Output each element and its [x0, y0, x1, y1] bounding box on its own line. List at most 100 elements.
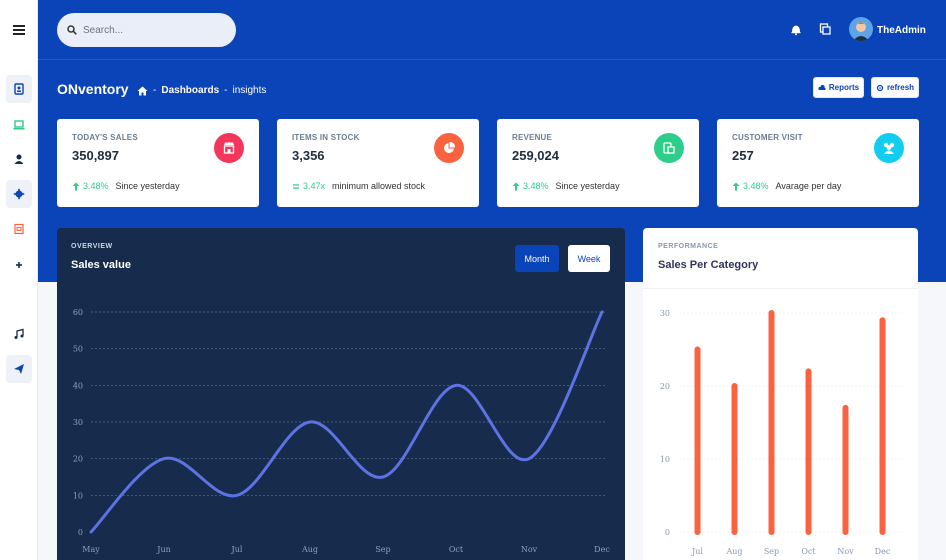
plus-icon	[16, 262, 22, 268]
category-bar-chart: 0 10 20 30 Jul Aug Sep Oct Nov Dec	[660, 309, 901, 556]
stat-label: REVENUE	[512, 133, 553, 142]
x-tick-label: Oct	[449, 545, 464, 554]
sidebar-item-clipboard[interactable]	[6, 75, 32, 103]
search-box[interactable]	[57, 13, 236, 47]
music-icon	[14, 328, 24, 339]
x-tick-label: Nov	[521, 545, 538, 554]
stat-change: 3.48%	[83, 181, 109, 191]
sidebar-item-laptop[interactable]	[6, 111, 32, 139]
y-tick-label: 0	[665, 528, 670, 537]
arrow-up-icon	[732, 182, 740, 190]
y-tick-label: 0	[78, 528, 83, 537]
avatar[interactable]	[849, 17, 873, 41]
user-icon	[14, 154, 24, 164]
x-tick-label: Dec	[594, 545, 610, 554]
dashboard: TheAdmin ONventory - Dashboards - insigh…	[0, 0, 946, 560]
stat-change: 3.48%	[523, 181, 549, 191]
bell-icon[interactable]	[789, 22, 803, 36]
stat-value: 259,024	[512, 148, 559, 163]
y-tick-label: 60	[73, 308, 83, 317]
avatar-image	[853, 22, 869, 41]
x-tick-label: May	[82, 545, 100, 554]
gears-icon	[876, 84, 884, 91]
sort-icon	[293, 183, 299, 189]
store-icon	[214, 133, 244, 163]
sidebar-item-user[interactable]	[6, 145, 32, 173]
stat-footer: 3.48% Since yesterday	[72, 181, 180, 191]
username[interactable]: TheAdmin	[877, 25, 926, 36]
stat-note: Avarage per day	[775, 181, 842, 191]
arrow-up-icon	[512, 182, 520, 190]
y-tick-label: 40	[73, 381, 83, 390]
page-title: ONventory	[57, 81, 129, 97]
money-icon	[654, 133, 684, 163]
copy-icon[interactable]	[818, 22, 832, 36]
stat-footer: 3.48% Since yesterday	[512, 181, 620, 191]
menu-toggle-icon[interactable]	[13, 25, 25, 35]
reports-button[interactable]: Reports	[813, 77, 864, 98]
sidebar	[0, 0, 38, 560]
x-tick-label: Jul	[231, 545, 243, 554]
pie-icon	[434, 133, 464, 163]
x-tick-label: Jul	[691, 547, 703, 556]
y-tick-label: 10	[660, 455, 670, 464]
users-icon	[874, 133, 904, 163]
x-tick-label: Sep	[764, 547, 779, 556]
laptop-icon	[13, 120, 25, 130]
stat-label: TODAY'S SALES	[72, 133, 138, 142]
cloud-upload-icon	[818, 84, 826, 90]
sidebar-item-add[interactable]	[6, 251, 32, 279]
breadcrumb-item-insights: insights	[232, 85, 267, 96]
refresh-label: refresh	[886, 83, 915, 92]
y-tick-label: 50	[73, 345, 83, 354]
stat-label: CUSTOMER VISIT	[732, 133, 803, 142]
x-tick-label: Sep	[375, 545, 390, 554]
stat-value: 3,356	[292, 148, 325, 163]
stat-label: ITEMS IN STOCK	[292, 133, 360, 142]
stat-footer: 3.48% Avarage per day	[732, 181, 841, 191]
home-icon[interactable]	[137, 86, 148, 96]
search-icon	[67, 25, 77, 35]
stat-change: 3.47x	[303, 181, 326, 191]
sidebar-item-settings[interactable]	[6, 180, 32, 208]
x-tick-label: Oct	[801, 547, 816, 556]
x-tick-label: Aug	[725, 547, 742, 556]
sidebar-item-document[interactable]	[6, 215, 32, 243]
x-tick-label: Dec	[875, 547, 891, 556]
y-tick-label: 30	[660, 309, 670, 318]
x-tick-label: Jun	[156, 545, 171, 554]
y-tick-label: 30	[73, 418, 83, 427]
sidebar-item-music[interactable]	[6, 320, 32, 348]
topbar-divider	[38, 59, 946, 60]
stat-card-stock: ITEMS IN STOCK 3,356 3.47x minimum allow…	[277, 119, 479, 207]
stat-value: 257	[732, 148, 754, 163]
x-tick-label: Nov	[837, 547, 854, 556]
sales-per-category-card: PERFORMANCE Sales Per Category 0 10 20 30 Ju…	[643, 228, 918, 560]
stat-card-visits: CUSTOMER VISIT 257 3.48% Avarage per day	[717, 119, 919, 207]
search-input[interactable]	[83, 24, 223, 36]
y-tick-label: 10	[73, 491, 83, 500]
reports-label: Reports	[828, 83, 860, 92]
document-icon	[14, 223, 24, 235]
y-tick-label: 20	[660, 382, 670, 391]
sales-line-chart: 0 10 20 30 40 50 60 May Jun Jul Aug Sep Oct Nov Dec	[73, 308, 611, 554]
stat-footer: 3.47x minimum allowed stock	[292, 181, 425, 191]
stat-card-sales: TODAY'S SALES 350,897 3.48% Since yester…	[57, 119, 259, 207]
refresh-button[interactable]: refresh	[871, 77, 919, 98]
sidebar-item-send[interactable]	[6, 355, 32, 383]
breadcrumb-item-dashboards[interactable]: Dashboards	[161, 85, 219, 96]
y-tick-label: 20	[73, 455, 83, 464]
stat-note: Since yesterday	[115, 181, 180, 191]
stat-card-revenue: REVENUE 259,024 3.48% Since yesterday	[497, 119, 699, 207]
stat-note: minimum allowed stock	[332, 181, 426, 191]
x-tick-label: Aug	[301, 545, 318, 554]
sales-value-card: OVERVIEW Sales value Month Week 0 10 20 30 4…	[57, 228, 625, 560]
breadcrumb: - Dashboards - insights	[137, 85, 266, 96]
stat-value: 350,897	[72, 148, 119, 163]
clipboard-user-icon	[14, 83, 24, 95]
paper-plane-icon	[14, 364, 24, 374]
stat-change: 3.48%	[743, 181, 769, 191]
gear-icon	[13, 188, 25, 200]
breadcrumb-separator: -	[224, 85, 228, 96]
stat-note: Since yesterday	[555, 181, 620, 191]
